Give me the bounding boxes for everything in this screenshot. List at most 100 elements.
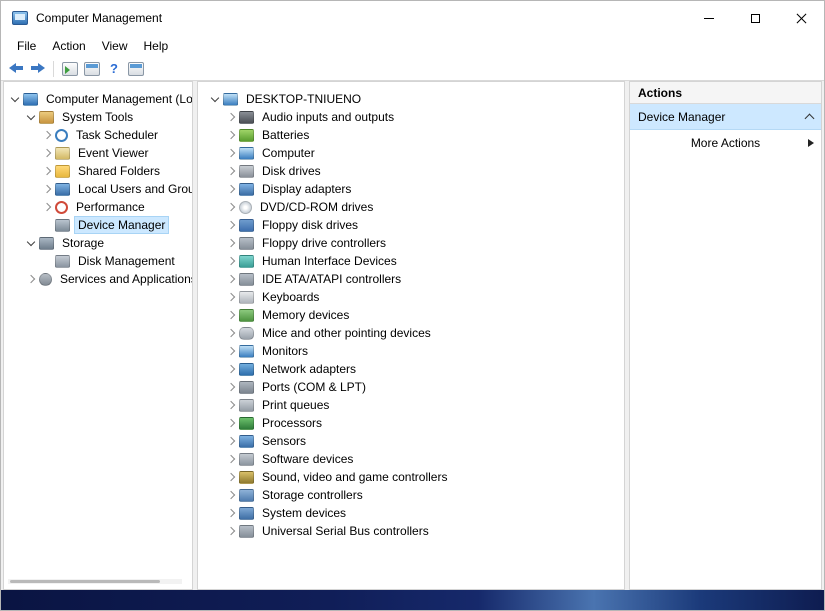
device-category-label: DVD/CD-ROM drives (257, 199, 376, 215)
chevron-collapsed-icon[interactable] (222, 456, 239, 462)
horizontal-scrollbar[interactable] (8, 579, 182, 584)
device-category-sensors[interactable]: Sensors (204, 432, 624, 450)
chevron-collapsed-icon[interactable] (222, 150, 239, 156)
storage-controller-icon (239, 489, 254, 502)
action-pane-icon[interactable] (128, 62, 144, 76)
chevron-collapsed-icon[interactable] (222, 168, 239, 174)
device-category-keyboards[interactable]: Keyboards (204, 288, 624, 306)
device-category-hid[interactable]: Human Interface Devices (204, 252, 624, 270)
menu-file[interactable]: File (9, 37, 44, 55)
tree-item-device-manager[interactable]: Device Manager (4, 216, 192, 234)
tree-item-label: Device Manager (75, 217, 168, 233)
chevron-collapsed-icon[interactable] (222, 132, 239, 138)
console-window-icon[interactable] (84, 62, 100, 76)
chevron-up-icon[interactable] (805, 113, 815, 123)
console-tree-pane: Computer Management (Local System Tools … (3, 81, 193, 590)
chevron-collapsed-icon[interactable] (222, 330, 239, 336)
device-category-disk-drives[interactable]: Disk drives (204, 162, 624, 180)
chevron-collapsed-icon[interactable] (222, 294, 239, 300)
more-actions-item[interactable]: More Actions (630, 130, 821, 156)
device-category-processors[interactable]: Processors (204, 414, 624, 432)
chevron-collapsed-icon[interactable] (222, 528, 239, 534)
chevron-collapsed-icon[interactable] (222, 186, 239, 192)
device-category-audio[interactable]: Audio inputs and outputs (204, 108, 624, 126)
device-category-usb[interactable]: Universal Serial Bus controllers (204, 522, 624, 540)
device-category-software-devices[interactable]: Software devices (204, 450, 624, 468)
tree-item-local-users-groups[interactable]: Local Users and Groups (4, 180, 192, 198)
chevron-expanded-icon[interactable] (206, 98, 223, 101)
device-category-computer[interactable]: Computer (204, 144, 624, 162)
forward-button[interactable] (30, 63, 45, 74)
minimize-button[interactable] (686, 1, 732, 35)
tree-item-event-viewer[interactable]: Event Viewer (4, 144, 192, 162)
device-category-ports[interactable]: Ports (COM & LPT) (204, 378, 624, 396)
help-icon[interactable]: ? (106, 62, 122, 76)
tree-item-label: Disk Management (75, 253, 178, 269)
chevron-collapsed-icon[interactable] (222, 438, 239, 444)
device-category-batteries[interactable]: Batteries (204, 126, 624, 144)
actions-device-manager-group[interactable]: Device Manager (630, 104, 821, 130)
chevron-collapsed-icon[interactable] (222, 276, 239, 282)
chevron-collapsed-icon[interactable] (222, 474, 239, 480)
chevron-collapsed-icon[interactable] (222, 510, 239, 516)
device-category-print-queues[interactable]: Print queues (204, 396, 624, 414)
chevron-collapsed-icon[interactable] (222, 402, 239, 408)
toolbar: ? (1, 57, 824, 81)
tree-item-disk-management[interactable]: Disk Management (4, 252, 192, 270)
chevron-collapsed-icon[interactable] (222, 312, 239, 318)
chevron-expanded-icon[interactable] (6, 98, 23, 101)
maximize-button[interactable] (732, 1, 778, 35)
device-root[interactable]: DESKTOP-TNIUENO (204, 90, 624, 108)
chevron-collapsed-icon[interactable] (22, 276, 39, 282)
tree-item-label: Shared Folders (75, 163, 163, 179)
chevron-collapsed-icon[interactable] (222, 222, 239, 228)
device-category-mice[interactable]: Mice and other pointing devices (204, 324, 624, 342)
tree-item-shared-folders[interactable]: Shared Folders (4, 162, 192, 180)
menu-help[interactable]: Help (136, 37, 177, 55)
device-category-monitors[interactable]: Monitors (204, 342, 624, 360)
chevron-collapsed-icon[interactable] (222, 258, 239, 264)
close-button[interactable] (778, 1, 824, 35)
menu-view[interactable]: View (94, 37, 136, 55)
chevron-collapsed-icon[interactable] (222, 492, 239, 498)
chevron-collapsed-icon[interactable] (222, 366, 239, 372)
device-category-floppy-controllers[interactable]: Floppy drive controllers (204, 234, 624, 252)
chevron-collapsed-icon[interactable] (222, 348, 239, 354)
tree-item-services-applications[interactable]: Services and Applications (4, 270, 192, 288)
performance-icon (55, 201, 68, 214)
chevron-collapsed-icon[interactable] (38, 186, 55, 192)
device-category-ide[interactable]: IDE ATA/ATAPI controllers (204, 270, 624, 288)
device-category-dvd[interactable]: DVD/CD-ROM drives (204, 198, 624, 216)
tree-item-computer-management[interactable]: Computer Management (Local (4, 90, 192, 108)
device-category-display-adapters[interactable]: Display adapters (204, 180, 624, 198)
device-category-label: Computer (259, 145, 318, 161)
tree-item-system-tools[interactable]: System Tools (4, 108, 192, 126)
device-category-network[interactable]: Network adapters (204, 360, 624, 378)
chevron-collapsed-icon[interactable] (222, 420, 239, 426)
chevron-collapsed-icon[interactable] (222, 240, 239, 246)
device-category-memory[interactable]: Memory devices (204, 306, 624, 324)
tree-item-storage[interactable]: Storage (4, 234, 192, 252)
device-category-sound[interactable]: Sound, video and game controllers (204, 468, 624, 486)
chevron-collapsed-icon[interactable] (38, 132, 55, 138)
chevron-expanded-icon[interactable] (22, 242, 39, 245)
chevron-expanded-icon[interactable] (22, 116, 39, 119)
menu-action[interactable]: Action (44, 37, 93, 55)
chevron-collapsed-icon[interactable] (222, 204, 239, 210)
monitor-icon (239, 345, 254, 358)
chevron-collapsed-icon[interactable] (222, 114, 239, 120)
tree-item-task-scheduler[interactable]: Task Scheduler (4, 126, 192, 144)
device-category-label: Universal Serial Bus controllers (259, 523, 432, 539)
device-category-storage-controllers[interactable]: Storage controllers (204, 486, 624, 504)
chevron-collapsed-icon[interactable] (38, 150, 55, 156)
chevron-collapsed-icon[interactable] (222, 384, 239, 390)
chevron-collapsed-icon[interactable] (38, 168, 55, 174)
device-tree-pane: DESKTOP-TNIUENO Audio inputs and outputs… (197, 81, 625, 590)
device-category-system-devices[interactable]: System devices (204, 504, 624, 522)
chevron-collapsed-icon[interactable] (38, 204, 55, 210)
show-console-tree-icon[interactable] (62, 62, 78, 76)
tree-item-performance[interactable]: Performance (4, 198, 192, 216)
device-category-floppy-disk[interactable]: Floppy disk drives (204, 216, 624, 234)
scrollbar-thumb[interactable] (10, 580, 160, 583)
back-button[interactable] (9, 63, 24, 74)
